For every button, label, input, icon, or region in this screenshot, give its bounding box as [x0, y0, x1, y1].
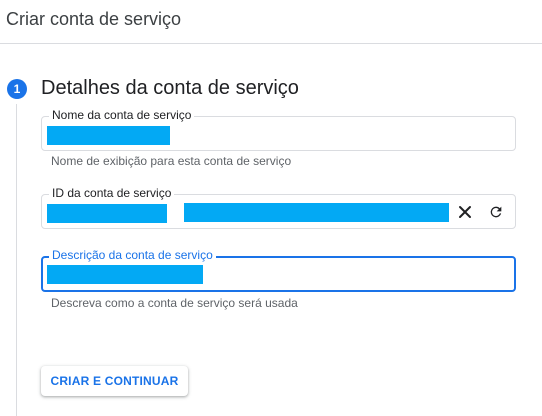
redacted-description-value	[47, 265, 203, 284]
redacted-name-value	[47, 126, 170, 145]
service-account-description-label: Descrição da conta de serviço	[49, 248, 216, 262]
service-account-description-hint: Descreva como a conta de serviço será us…	[51, 296, 298, 310]
step-title: Detalhes da conta de serviço	[41, 77, 299, 99]
service-account-id-field[interactable]: ID da conta de serviço	[41, 186, 516, 229]
service-account-description-field[interactable]: Descrição da conta de serviço	[41, 248, 516, 292]
dialog-header: Criar conta de serviço	[0, 0, 542, 44]
service-account-id-label: ID da conta de serviço	[49, 186, 175, 200]
service-account-name-hint: Nome de exibição para esta conta de serv…	[51, 154, 292, 168]
page-title: Criar conta de serviço	[6, 9, 182, 29]
service-account-name-label: Nome da conta de serviço	[49, 108, 195, 122]
step-connector-line	[16, 104, 17, 416]
clear-icon[interactable]	[454, 201, 476, 223]
redacted-id-suffix	[184, 203, 449, 222]
create-and-continue-button[interactable]: CRIAR E CONTINUAR	[41, 366, 188, 396]
redacted-id-value	[47, 204, 167, 223]
refresh-icon[interactable]	[485, 201, 507, 223]
step-number-badge: 1	[7, 79, 27, 99]
service-account-name-field[interactable]: Nome da conta de serviço	[41, 108, 516, 151]
